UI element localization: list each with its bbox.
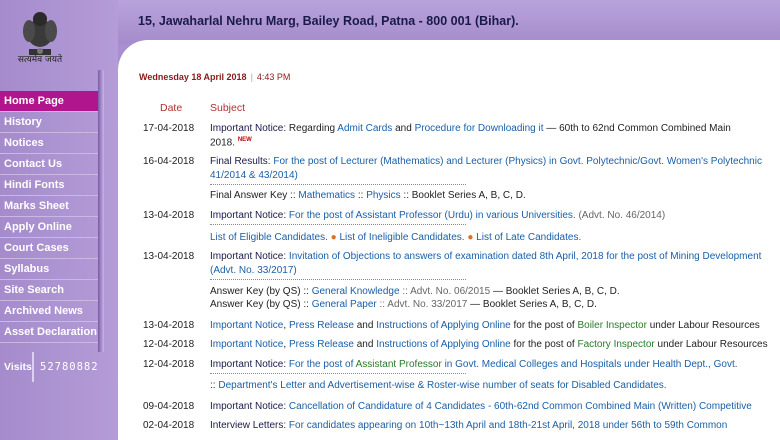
notice-text: :: xyxy=(355,190,367,201)
nav-item-home-page[interactable]: Home Page xyxy=(0,91,98,112)
dotted-divider xyxy=(210,279,466,280)
notice-label: Important Notice: xyxy=(210,210,289,221)
notice-date: 09-04-2018 xyxy=(143,401,195,412)
asst-professor-link[interactable]: For the post of xyxy=(289,359,356,370)
notice-label: Important Notice: xyxy=(210,251,289,262)
column-header-date: Date xyxy=(160,102,183,114)
notice-text: Answer Key (by QS) :: xyxy=(210,286,312,297)
notice-text: Answer Key (by QS) :: xyxy=(210,299,312,310)
press-release-link[interactable]: Press Release xyxy=(289,339,354,350)
current-datetime: Wednesday 18 April 2018 | 4:43 PM xyxy=(139,72,291,82)
ineligible-candidates-link[interactable]: List of Ineligible Candidates. xyxy=(339,232,464,243)
advt-number: :: Advt. No. 06/2015 xyxy=(399,286,491,297)
notice-label: Important Notice: xyxy=(210,401,289,412)
notice-date: 12-04-2018 xyxy=(143,359,195,370)
download-procedure-link[interactable]: Procedure for Downloading it xyxy=(415,123,544,134)
notice-date: 17-04-2018 xyxy=(143,123,195,134)
disabled-seats-link[interactable]: Department's Letter and Advertisement-wi… xyxy=(218,380,666,391)
notice-text: and xyxy=(353,339,377,350)
boiler-inspector-link[interactable]: Boiler Inspector xyxy=(577,320,646,331)
bullet-icon: ● xyxy=(467,232,474,243)
bullet-icon: ● xyxy=(330,232,337,243)
notice-date: 13-04-2018 xyxy=(143,320,195,331)
notice-label: Interview Letters: xyxy=(210,420,289,431)
current-date: Wednesday 18 April 2018 xyxy=(139,72,247,82)
nav-item-syllabus[interactable]: Syllabus xyxy=(0,259,98,280)
eligible-candidates-link[interactable]: List of Eligible Candidates. xyxy=(210,232,328,243)
header-address: 15, Jawaharlal Nehru Marg, Bailey Road, … xyxy=(138,14,519,28)
notice-text: — Booklet Series A, B, C, D. xyxy=(490,286,620,297)
notice-text: and xyxy=(353,320,377,331)
notice-label: Final Results: xyxy=(210,156,274,167)
notice-date: 02-04-2018 xyxy=(143,420,195,431)
nav-item-hindi-fonts[interactable]: Hindi Fonts xyxy=(0,175,98,196)
mathematics-key-link[interactable]: Mathematics xyxy=(298,190,355,201)
asst-professor-link[interactable]: Assistant Professor xyxy=(356,359,442,370)
general-paper-key-link[interactable]: General Paper xyxy=(312,299,377,310)
notice-text: — 60th to 62nd Common Combined Main xyxy=(543,123,731,134)
dotted-divider xyxy=(210,373,466,374)
admit-cards-link[interactable]: Admit Cards xyxy=(337,123,392,134)
nav-item-archived-news[interactable]: Archived News xyxy=(0,301,98,322)
asst-professor-urdu-link[interactable]: For the post of Assistant Professor (Urd… xyxy=(289,210,576,221)
nav-divider xyxy=(98,70,104,352)
notice-text: Regarding xyxy=(288,123,338,134)
notice-label: Important Notice: xyxy=(210,359,289,370)
visits-divider xyxy=(32,352,34,382)
notice-text: Final Answer Key :: xyxy=(210,190,299,201)
notice-text: — Booklet Series A, B, C, D. xyxy=(467,299,597,310)
notice-date: 12-04-2018 xyxy=(143,339,195,350)
current-time: 4:43 PM xyxy=(256,72,291,82)
emblem-motto: सत्यमेव जयते xyxy=(17,55,63,65)
objections-link[interactable]: (Advt. No. 33/2017) xyxy=(210,265,297,276)
interview-letters-link[interactable]: For candidates appearing on 10th~13th Ap… xyxy=(289,420,727,431)
cancellation-link[interactable]: Cancellation of Candidature of 4 Candida… xyxy=(289,401,752,412)
nav-item-notices[interactable]: Notices xyxy=(0,133,98,154)
notice-text: under Labour Resources xyxy=(646,320,760,331)
nav-item-site-search[interactable]: Site Search xyxy=(0,280,98,301)
apply-instructions-link[interactable]: Instructions of Applying Online xyxy=(376,320,511,331)
final-results-link[interactable]: For the post of Lecturer (Mathematics) a… xyxy=(273,156,762,167)
main-content: Wednesday 18 April 2018 | 4:43 PM Date Sub… xyxy=(118,40,780,440)
nav-item-contact-us[interactable]: Contact Us xyxy=(0,154,98,175)
asst-professor-link[interactable]: in Govt. Medical Colleges and Hospitals … xyxy=(442,359,738,370)
visits-counter: 52780882 xyxy=(40,361,99,373)
notice-text: for the post of xyxy=(510,320,578,331)
notice-label: Important Notice: xyxy=(210,123,289,134)
apply-instructions-link[interactable]: Instructions of Applying Online xyxy=(376,339,511,350)
advt-number: (Advt. No. 46/2014) xyxy=(575,210,666,221)
notice-text: 2018. xyxy=(210,137,236,149)
nav-item-history[interactable]: History xyxy=(0,112,98,133)
nav-item-asset-declaration[interactable]: Asset Declaration xyxy=(0,322,98,343)
notice-date: 13-04-2018 xyxy=(143,210,195,221)
final-results-link[interactable]: 41/2014 & 43/2014) xyxy=(210,170,298,181)
notice-date: 16-04-2018 xyxy=(143,156,195,167)
important-notice-link[interactable]: Important Notice xyxy=(210,339,283,350)
physics-key-link[interactable]: Physics xyxy=(366,190,400,201)
notice-date: 13-04-2018 xyxy=(143,251,195,262)
important-notice-link[interactable]: Important Notice xyxy=(210,320,283,331)
nav-item-apply-online[interactable]: Apply Online xyxy=(0,217,98,238)
sidebar-nav: Home Page History Notices Contact Us Hin… xyxy=(0,91,98,343)
general-knowledge-key-link[interactable]: General Knowledge xyxy=(312,286,400,297)
objections-link[interactable]: Invitation of Objections to answers of e… xyxy=(289,251,762,262)
notice-text: and xyxy=(392,123,415,134)
visits-label: Visits xyxy=(4,361,32,373)
notice-text: for the post of xyxy=(510,339,578,350)
dotted-divider xyxy=(210,184,466,185)
nav-item-marks-sheet[interactable]: Marks Sheet xyxy=(0,196,98,217)
notice-text: :: Booklet Series A, B, C, D. xyxy=(400,190,526,201)
new-badge: NEW xyxy=(237,137,252,143)
column-header-subject: Subject xyxy=(210,102,246,114)
nav-item-court-cases[interactable]: Court Cases xyxy=(0,238,98,259)
notice-text: under Labour Resources xyxy=(654,339,768,350)
dotted-divider xyxy=(210,224,466,225)
late-candidates-link[interactable]: List of Late Candidates. xyxy=(476,232,581,243)
advt-number: :: Advt. No. 33/2017 xyxy=(376,299,468,310)
press-release-link[interactable]: Press Release xyxy=(289,320,354,331)
factory-inspector-link[interactable]: Factory Inspector xyxy=(577,339,654,350)
